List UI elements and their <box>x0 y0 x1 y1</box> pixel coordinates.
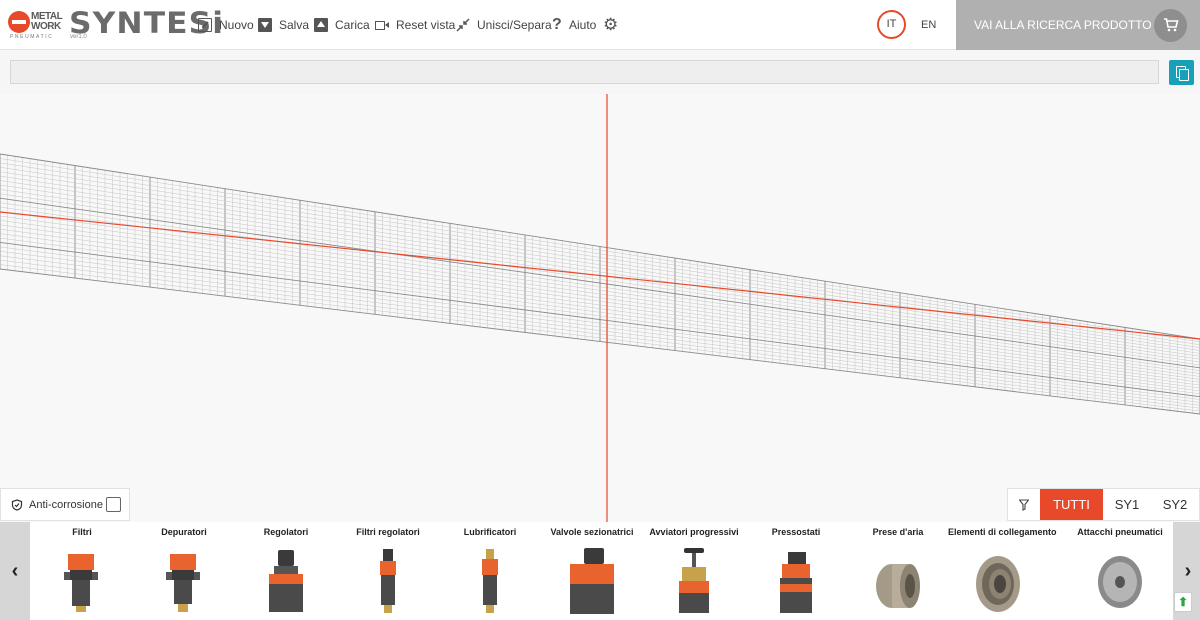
connection-element-product-icon <box>976 556 1020 612</box>
collapse-arrows-icon <box>456 18 470 32</box>
category-label: Prese d'aria <box>872 527 924 537</box>
series-filter-bar: TUTTI SY1 SY2 <box>1007 488 1200 521</box>
merge-split-button[interactable]: Unisci/Separa <box>456 17 552 33</box>
load-button[interactable]: Carica <box>314 17 370 33</box>
purifier-product-icon <box>166 554 200 612</box>
anti-corrosion-toggle[interactable]: Anti-corrosione <box>0 488 130 521</box>
save-label: Salva <box>279 18 310 32</box>
category-item[interactable]: Regolatori <box>234 522 338 620</box>
question-icon: ? <box>552 16 562 33</box>
save-download-icon <box>258 18 272 32</box>
reset-view-button[interactable]: Reset vista <box>375 17 455 33</box>
category-label: Attacchi pneumatici <box>1077 527 1163 537</box>
grid-line <box>0 220 1200 383</box>
feedback-button[interactable]: ⬆ <box>1174 592 1192 612</box>
shield-icon <box>11 498 23 511</box>
tab-sy1[interactable]: SY1 <box>1103 489 1151 520</box>
grid-line <box>0 211 1200 377</box>
3d-viewport[interactable] <box>0 94 1200 522</box>
logo-circle-icon <box>8 11 30 33</box>
category-label: Filtri regolatori <box>356 527 420 537</box>
category-item[interactable]: Filtri <box>30 522 134 620</box>
category-label: Valvole sezionatrici <box>550 527 634 537</box>
category-label: Regolatori <box>263 527 309 537</box>
category-item[interactable]: Lubrificatori <box>438 522 542 620</box>
chevron-right-icon: › <box>1184 560 1192 582</box>
category-item[interactable]: Prese d'aria <box>846 522 950 620</box>
soft-start-valve-product-icon <box>679 548 709 613</box>
new-button[interactable]: Nuovo <box>198 17 254 33</box>
category-label: Elementi di collegamento <box>948 527 1057 537</box>
category-label: Depuratori <box>161 527 207 537</box>
category-item[interactable]: Attacchi pneumatici <box>1068 522 1172 620</box>
category-item[interactable]: Elementi di collegamento <box>948 522 1057 620</box>
category-item[interactable]: Filtri regolatori <box>336 522 440 620</box>
regulator-product-icon <box>269 550 303 612</box>
category-label: Pressostati <box>771 527 821 537</box>
help-label: Aiuto <box>569 18 597 32</box>
category-item[interactable]: Valvole sezionatrici <box>540 522 644 620</box>
tab-sy2[interactable]: SY2 <box>1151 489 1199 520</box>
reset-view-label: Reset vista <box>396 18 456 32</box>
grid-line <box>0 215 1200 380</box>
settings-button[interactable]: ⚙ <box>603 15 624 34</box>
help-button[interactable]: ? Aiuto <box>552 17 596 33</box>
logo-text-work: WORK <box>31 21 61 32</box>
save-button[interactable]: Salva <box>258 17 309 33</box>
copy-code-button[interactable] <box>1169 60 1194 85</box>
category-label: Lubrificatori <box>463 527 517 537</box>
arrow-up-icon: ⬆ <box>1177 595 1189 609</box>
anti-corrosion-checkbox[interactable] <box>106 497 121 512</box>
language-en-button[interactable]: EN <box>921 19 936 31</box>
cart-icon <box>1154 9 1187 42</box>
pressure-switch-product-icon <box>780 552 812 613</box>
metal-work-logo[interactable]: METAL WORK PNEUMATIC <box>8 9 64 40</box>
chevron-left-icon: ‹ <box>11 560 19 582</box>
upload-icon <box>314 18 328 32</box>
gear-icon: ⚙ <box>603 15 619 34</box>
product-search-button[interactable]: VAI ALLA RICERCA PRODOTTO <box>956 0 1200 50</box>
category-label: Avviatori progressivi <box>649 527 739 537</box>
category-label: Filtri <box>72 527 92 537</box>
product-search-label: VAI ALLA RICERCA PRODOTTO <box>974 18 1152 32</box>
merge-split-label: Unisci/Separa <box>477 18 552 32</box>
video-camera-icon <box>375 21 389 30</box>
carousel-prev-button[interactable]: ‹ <box>0 522 30 620</box>
logo-text-pneumatic: PNEUMATIC <box>10 34 54 40</box>
filter-product-icon <box>64 554 98 612</box>
load-label: Carica <box>335 18 370 32</box>
lubricator-product-icon <box>482 549 498 613</box>
app-version: ver1.0 <box>70 34 87 40</box>
category-item[interactable]: Avviatori progressivi <box>642 522 746 620</box>
language-it-button[interactable]: IT <box>877 10 906 39</box>
filter-icon[interactable] <box>1008 489 1040 520</box>
pneumatic-fitting-product-icon <box>1098 556 1142 608</box>
shutoff-valve-product-icon <box>570 548 614 614</box>
grid-plane <box>0 94 1200 522</box>
new-file-icon <box>198 18 212 32</box>
filter-regulator-product-icon <box>380 549 396 613</box>
air-intake-product-icon <box>876 564 920 608</box>
category-item[interactable]: Depuratori <box>132 522 236 620</box>
new-label: Nuovo <box>219 18 254 32</box>
category-carousel: ‹ Filtri Depuratori Regolatori Filtri re… <box>0 522 1200 620</box>
header-bar: METAL WORK PNEUMATIC SYNTESi ver1.0 Nuov… <box>0 0 1200 50</box>
category-item[interactable]: Pressostati <box>744 522 848 620</box>
tab-tutti[interactable]: TUTTI <box>1040 489 1103 520</box>
configuration-code-field[interactable] <box>10 60 1159 84</box>
anti-corrosion-label: Anti-corrosione <box>29 498 103 511</box>
